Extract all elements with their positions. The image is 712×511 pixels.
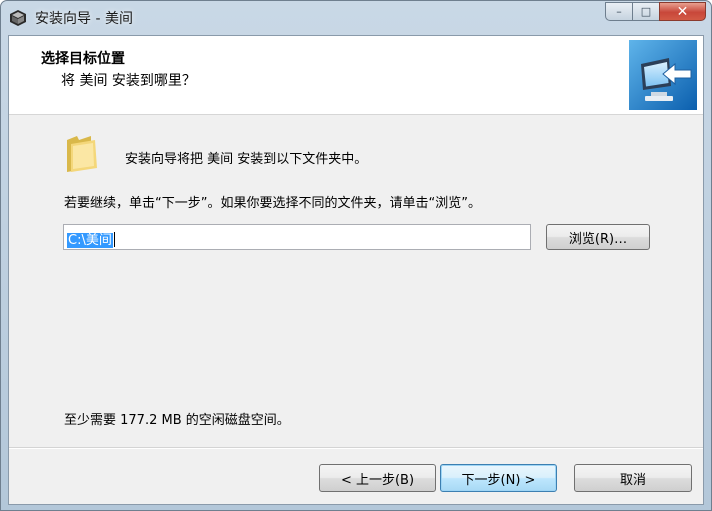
instruction-text: 若要继续，单击“下一步”。如果你要选择不同的文件夹，请单击“浏览”。	[64, 196, 481, 211]
back-button-label: < 上一步(B)	[340, 472, 415, 488]
browse-button-label: 浏览(R)…	[568, 231, 628, 247]
page-title: 选择目标位置	[41, 51, 125, 67]
title-bar[interactable]: 安装向导 - 美间 – □ ✕	[1, 1, 711, 35]
browse-button[interactable]: 浏览(R)…	[546, 224, 650, 250]
text-caret	[113, 232, 115, 247]
window-title: 安装向导 - 美间	[35, 11, 133, 27]
next-button-label: 下一步(N) >	[461, 472, 536, 488]
wizard-client-area: 选择目标位置 将 美间 安装到哪里？ 安装向导将把 美间 安装到以下文件夹中。 …	[8, 35, 704, 505]
maximize-icon: □	[640, 5, 652, 18]
close-icon: ✕	[676, 3, 689, 20]
page-subtitle: 将 美间 安装到哪里？	[61, 73, 196, 89]
intro-text: 安装向导将把 美间 安装到以下文件夹中。	[125, 152, 368, 167]
back-button[interactable]: < 上一步(B)	[319, 464, 436, 492]
minimize-button[interactable]: –	[605, 2, 632, 21]
close-button[interactable]: ✕	[659, 2, 706, 21]
installer-window: 安装向导 - 美间 – □ ✕ 选择目标位置 将 美间 安装到哪里？ 安装向导将…	[0, 0, 712, 511]
next-button[interactable]: 下一步(N) >	[440, 464, 557, 492]
install-path-value: C:\美间	[67, 233, 113, 248]
install-path-input[interactable]: C:\美间	[63, 224, 531, 250]
cancel-button[interactable]: 取消	[574, 464, 692, 492]
footer-divider	[9, 447, 703, 449]
maximize-button[interactable]: □	[632, 2, 659, 21]
cancel-button-label: 取消	[619, 472, 646, 488]
minimize-icon: –	[616, 5, 622, 18]
disk-space-text: 至少需要 177.2 MB 的空闲磁盘空间。	[64, 413, 290, 428]
caption-buttons: – □ ✕	[605, 2, 706, 22]
monitor-arrow-icon	[629, 40, 697, 110]
app-cube-icon	[10, 10, 26, 26]
wizard-header: 选择目标位置 将 美间 安装到哪里？	[9, 36, 703, 115]
folder-icon	[67, 136, 97, 172]
